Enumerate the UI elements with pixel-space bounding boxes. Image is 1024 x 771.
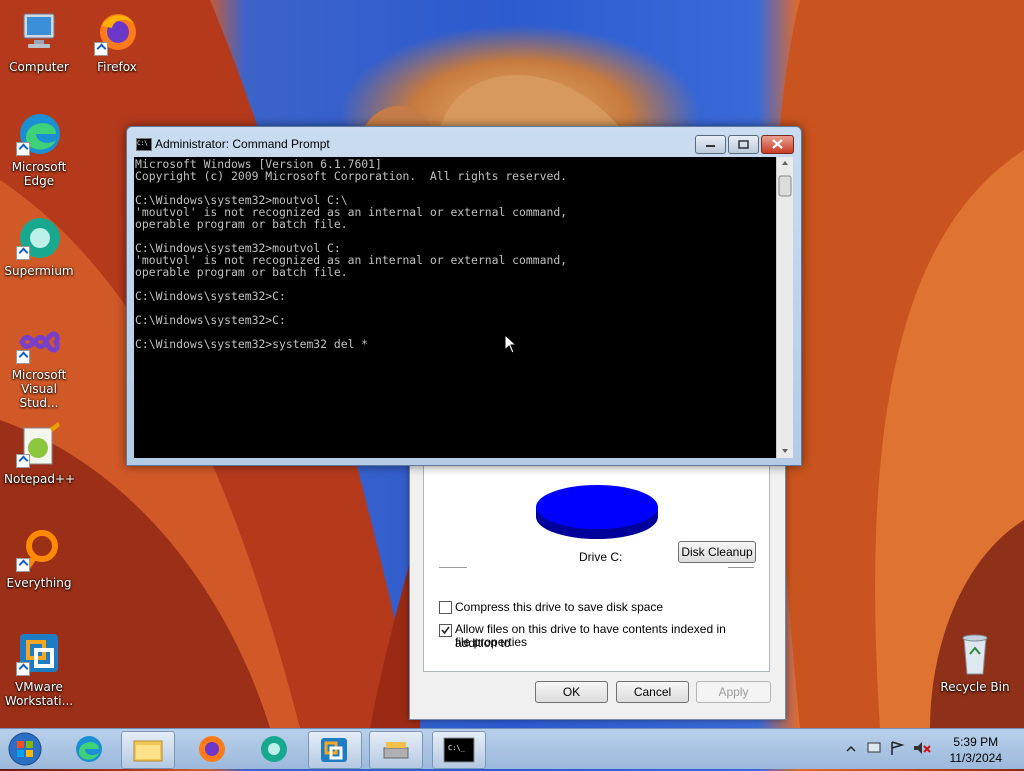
start-button[interactable] [6,731,44,767]
divider [728,567,754,568]
shortcut-arrow-icon [16,558,30,572]
supermium-icon [16,214,62,260]
disk-props-icon [383,742,409,759]
taskbar-vmware[interactable] [308,731,362,769]
desktop-icon-label: Microsoft Visual Stud... [11,368,67,410]
drive-label: Drive C: [579,550,623,564]
notepadpp-icon [16,422,62,468]
cancel-button[interactable]: Cancel [616,681,689,703]
drive-usage-pie-chart [536,485,658,539]
desktop-icon-label: Supermium [4,264,74,278]
taskbar-explorer[interactable] [121,731,175,769]
console-output[interactable]: Microsoft Windows [Version 6.1.7601] Cop… [134,157,776,458]
shortcut-arrow-icon [94,42,108,56]
apply-button[interactable]: Apply [696,681,771,703]
desktop-icon-label: Computer [9,60,69,74]
edge-icon [16,110,62,156]
volume-muted-icon[interactable] [914,742,931,754]
taskbar: C:\_ 5:39 PM 11/3/2024 [0,728,1024,769]
clock-date: 11/3/2024 [949,751,1003,765]
maximize-button[interactable] [728,135,759,154]
mouse-cursor-icon [504,334,518,354]
minimize-button[interactable] [695,135,726,154]
desktop-icon-label: Microsoft Edge [11,160,67,188]
cmd-icon: C:\_ [443,737,475,763]
vmware-icon [321,738,347,762]
visual-studio-icon [16,318,62,364]
shortcut-arrow-icon [16,246,30,260]
close-icon [772,139,783,149]
restore-icon [738,140,749,149]
desktop-icon-edge[interactable]: Microsoft Edge [4,110,74,188]
compress-label: Compress this drive to save disk space [455,600,664,614]
desktop-icon-label: Firefox [97,60,137,74]
scroll-down-arrow-icon[interactable] [782,449,788,453]
taskbar-disk-properties[interactable] [369,731,423,769]
general-tab-panel: Drive C: Disk Cleanup Compress this driv… [423,463,770,672]
scroll-up-arrow-icon[interactable] [782,161,788,165]
vertical-scrollbar[interactable] [776,157,793,458]
desktop-icon-computer[interactable]: Computer [4,10,74,74]
explorer-icon [133,740,163,762]
index-checkbox[interactable] [439,624,452,637]
ok-button[interactable]: OK [535,681,608,703]
index-label-line2: file properties [455,635,528,649]
desktop-icon-supermium[interactable]: Supermium [4,214,74,278]
close-button[interactable] [761,135,794,154]
checkmark-icon [441,626,450,635]
system-tray[interactable] [844,739,934,759]
window-title: Administrator: Command Prompt [155,137,330,151]
clock-time: 5:39 PM [953,735,999,749]
command-prompt-window[interactable]: C:\ Administrator: Command Prompt Micros… [126,126,802,466]
shortcut-arrow-icon [16,454,30,468]
vmware-icon [16,630,62,676]
minimize-icon [706,145,715,147]
shortcut-arrow-icon [16,142,30,156]
firefox-icon [94,10,140,56]
shortcut-arrow-icon [16,350,30,364]
compress-checkbox[interactable] [439,601,452,614]
shortcut-arrow-icon [16,662,30,676]
taskbar-edge[interactable] [63,731,115,767]
desktop-icon-notepadpp[interactable]: Notepad++ [4,422,76,486]
scroll-thumb[interactable] [778,175,792,197]
supermium-icon [261,736,287,762]
desktop-icon-recycle-bin[interactable]: Recycle Bin [940,630,1010,694]
taskbar-cmd[interactable]: C:\_ [432,731,486,769]
desktop-icon-label: Recycle Bin [940,680,1010,694]
windows-logo-icon [8,732,42,766]
taskbar-supermium[interactable] [248,731,300,767]
desktop-icon-label: Notepad++ [4,472,76,486]
desktop-icon-label: Everything [6,576,72,590]
desktop-icon-visual-studio[interactable]: Microsoft Visual Stud... [4,318,74,410]
cmd-window-icon: C:\ [136,138,152,151]
clock[interactable]: 5:39 PM 11/3/2024 [950,734,1003,766]
drive-properties-dialog: Drive C: Disk Cleanup Compress this driv… [409,462,786,720]
show-hidden-icons-icon[interactable] [846,745,856,752]
divider [439,567,467,568]
svg-text:C:\_: C:\_ [448,744,466,752]
network-icon[interactable] [867,742,881,753]
desktop-icon-vmware[interactable]: VMware Workstati... [4,630,74,708]
desktop-icon-everything[interactable]: Everything [4,526,74,590]
edge-icon [76,736,102,762]
desktop-icon-firefox[interactable]: Firefox [82,10,152,74]
desktop-icon-label: VMware Workstati... [4,680,74,708]
everything-icon [16,526,62,572]
computer-icon [16,10,62,56]
action-center-flag-icon[interactable] [891,741,905,755]
firefox-icon [199,736,225,762]
disk-cleanup-button[interactable]: Disk Cleanup [678,541,756,563]
recycle-bin-icon [952,630,998,676]
taskbar-firefox[interactable] [186,731,238,767]
